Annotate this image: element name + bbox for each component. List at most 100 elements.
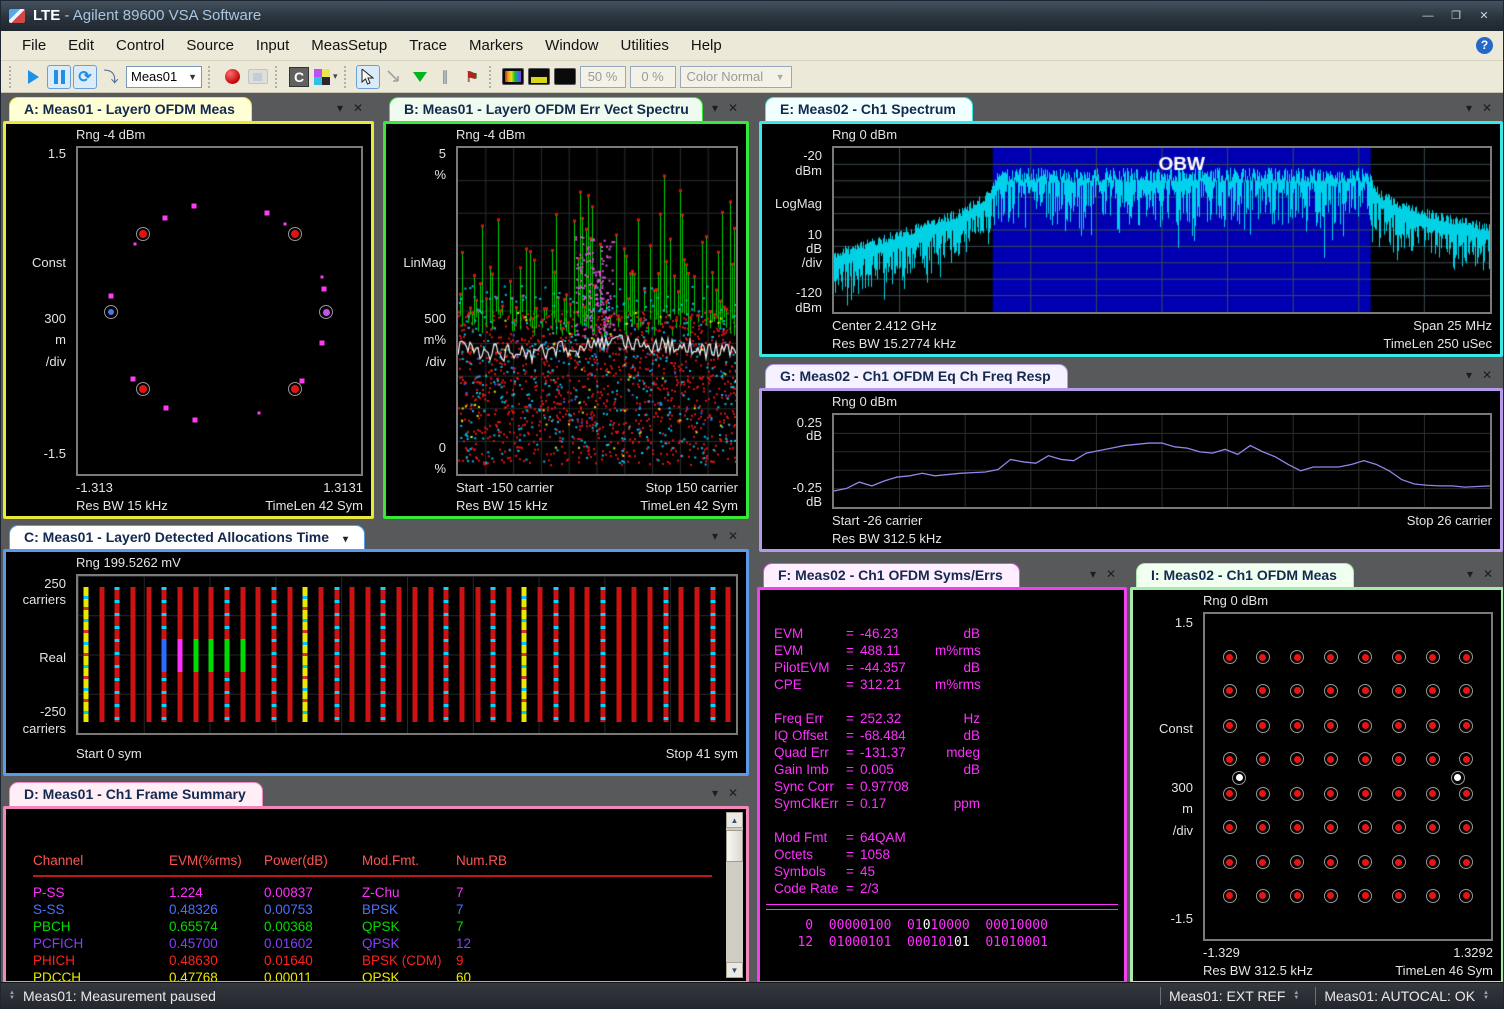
constellation-point: [258, 412, 261, 415]
scroll-thumb[interactable]: [726, 830, 743, 862]
constellation-point: [1256, 820, 1270, 834]
menu-item-control[interactable]: Control: [105, 33, 175, 58]
panel-e-tab[interactable]: E: Meas02 - Ch1 Spectrum: [765, 97, 973, 121]
panel-g-collapse-icon[interactable]: ▾: [1466, 369, 1472, 381]
status-spinner[interactable]: ▲▼: [9, 991, 15, 1001]
constellation-point: [1324, 889, 1338, 903]
table-row[interactable]: PHICH0.486300.01640BPSK (CDM)9: [33, 953, 724, 970]
playback-button[interactable]: [246, 65, 270, 89]
table-row[interactable]: PDCCH0.477680.00011QPSK60: [33, 970, 724, 981]
status-spinner[interactable]: ▲▼: [1293, 991, 1299, 1001]
panel-f-collapse-icon[interactable]: ▾: [1090, 568, 1096, 580]
allocation-pilot-marks: [663, 587, 668, 722]
constellation-point: [1290, 650, 1304, 664]
transparency-percent-field[interactable]: 50 %: [580, 66, 626, 88]
minimize-icon[interactable]: —: [1417, 8, 1439, 25]
panel-e-close-icon[interactable]: ✕: [1482, 102, 1492, 114]
panel-d-close-icon[interactable]: ✕: [728, 787, 738, 799]
menu-item-utilities[interactable]: Utilities: [610, 33, 680, 58]
panel-e-resbw: Res BW 15.2774 kHz: [832, 336, 956, 351]
frame-summary-cell: 0.00011: [264, 970, 362, 981]
panel-a-close-icon[interactable]: ✕: [353, 102, 363, 114]
menu-item-file[interactable]: File: [11, 33, 57, 58]
panel-i-plot[interactable]: [1203, 612, 1493, 941]
panel-b-collapse-icon[interactable]: ▾: [712, 102, 718, 114]
panel-i-collapse-icon[interactable]: ▾: [1467, 568, 1473, 580]
move-marker-button[interactable]: [382, 65, 406, 89]
panel-i-range: Rng 0 dBm: [1203, 593, 1268, 608]
flag-marker-button[interactable]: ⚑: [460, 65, 484, 89]
panel-e-collapse-icon[interactable]: ▾: [1466, 102, 1472, 114]
frame-summary-scrollbar[interactable]: ▲ ▼: [726, 812, 743, 978]
menu-item-edit[interactable]: Edit: [57, 33, 105, 58]
panel-f-tab[interactable]: F: Meas02 - Ch1 OFDM Syms/Errs: [763, 563, 1020, 587]
table-row[interactable]: S-SS0.483260.00753BPSK7: [33, 902, 724, 919]
panel-c-close-icon[interactable]: ✕: [728, 530, 738, 542]
pause-button[interactable]: [47, 65, 71, 89]
panel-a-tab[interactable]: A: Meas01 - Layer0 OFDM Meas: [9, 97, 252, 121]
workspace: A: Meas01 - Layer0 OFDM Meas ▾ ✕ Rng -4 …: [1, 93, 1503, 982]
panel-g-plot[interactable]: [832, 413, 1492, 509]
constellation-point: [1223, 650, 1237, 664]
spectrum-display-button[interactable]: [527, 65, 551, 89]
panel-a-plot[interactable]: [76, 146, 363, 476]
panel-g-close-icon[interactable]: ✕: [1482, 369, 1492, 381]
panel-d-tab[interactable]: D: Meas01 - Ch1 Frame Summary: [9, 782, 263, 806]
panel-c-tab[interactable]: C: Meas01 - Layer0 Detected Allocations …: [9, 525, 365, 549]
panel-b-close-icon[interactable]: ✕: [728, 102, 738, 114]
menu-item-input[interactable]: Input: [245, 33, 300, 58]
allocation-bar-short: [193, 639, 198, 672]
scroll-up-icon[interactable]: ▲: [726, 812, 743, 828]
constellation-point: [1324, 820, 1338, 834]
single-acquisition-button[interactable]: ⤵: [99, 65, 123, 89]
move-marker-icon: [387, 70, 400, 84]
constellation-point: [1324, 684, 1338, 698]
constellation-point: [136, 382, 150, 396]
panel-c-plot[interactable]: [76, 574, 738, 735]
table-row[interactable]: PBCH0.655740.00368QPSK7: [33, 919, 724, 936]
table-row[interactable]: PCFICH0.457000.01602QPSK12: [33, 936, 724, 953]
color-mode-select[interactable]: Color Normal▼: [680, 66, 792, 88]
panel-b-tab[interactable]: B: Meas01 - Layer0 OFDM Err Vect Spectru: [389, 97, 703, 121]
marker-to-peak-button[interactable]: [408, 65, 432, 89]
constellation-point: [322, 287, 327, 292]
panel-f-close-icon[interactable]: ✕: [1106, 568, 1116, 580]
correction-button[interactable]: C: [287, 65, 311, 89]
panel-e-plot[interactable]: [832, 146, 1492, 314]
table-row[interactable]: P-SS1.2240.00837Z-Chu7: [33, 885, 724, 902]
help-icon[interactable]: ?: [1476, 37, 1493, 54]
measurement-select[interactable]: Meas01▼: [126, 66, 202, 88]
menu-item-markers[interactable]: Markers: [458, 33, 534, 58]
menu-item-window[interactable]: Window: [534, 33, 609, 58]
panel-a-collapse-icon[interactable]: ▾: [337, 102, 343, 114]
panel-c-tab-caret-icon[interactable]: ▾: [343, 534, 348, 545]
trace-layout-button[interactable]: ▾: [313, 65, 339, 89]
allocation-bar: [287, 587, 292, 722]
record-button[interactable]: [220, 65, 244, 89]
close-icon[interactable]: ✕: [1473, 8, 1495, 25]
scroll-down-icon[interactable]: ▼: [726, 962, 743, 978]
menu-item-help[interactable]: Help: [680, 33, 733, 58]
restart-button[interactable]: ⟳: [73, 65, 97, 89]
menu-item-source[interactable]: Source: [175, 33, 245, 58]
eye-diagram-button[interactable]: [553, 65, 577, 89]
panel-g-tab[interactable]: G: Meas02 - Ch1 OFDM Eq Ch Freq Resp: [765, 364, 1068, 388]
frame-summary-cell: 0.00368: [264, 919, 362, 936]
panel-i-close-icon[interactable]: ✕: [1483, 568, 1493, 580]
menu-item-meassetup[interactable]: MeasSetup: [300, 33, 398, 58]
status-spinner[interactable]: ▲▼: [1483, 991, 1489, 1001]
panel-d-collapse-icon[interactable]: ▾: [712, 787, 718, 799]
band-marker-button[interactable]: ∥: [434, 65, 458, 89]
panel-c-collapse-icon[interactable]: ▾: [712, 530, 718, 542]
panel-b-plot[interactable]: [456, 146, 738, 476]
select-tool-button[interactable]: [356, 65, 380, 89]
spectrogram-display-button[interactable]: [501, 65, 525, 89]
constellation-point: [1256, 650, 1270, 664]
menu-item-trace[interactable]: Trace: [398, 33, 458, 58]
threshold-percent-field[interactable]: 0 %: [630, 66, 676, 88]
maximize-icon[interactable]: ❐: [1445, 8, 1467, 25]
constellation-point: [1223, 752, 1237, 766]
freq-resp-trace: [834, 415, 1490, 507]
panel-i-tab[interactable]: I: Meas02 - Ch1 OFDM Meas: [1136, 563, 1354, 587]
run-button[interactable]: [21, 65, 45, 89]
